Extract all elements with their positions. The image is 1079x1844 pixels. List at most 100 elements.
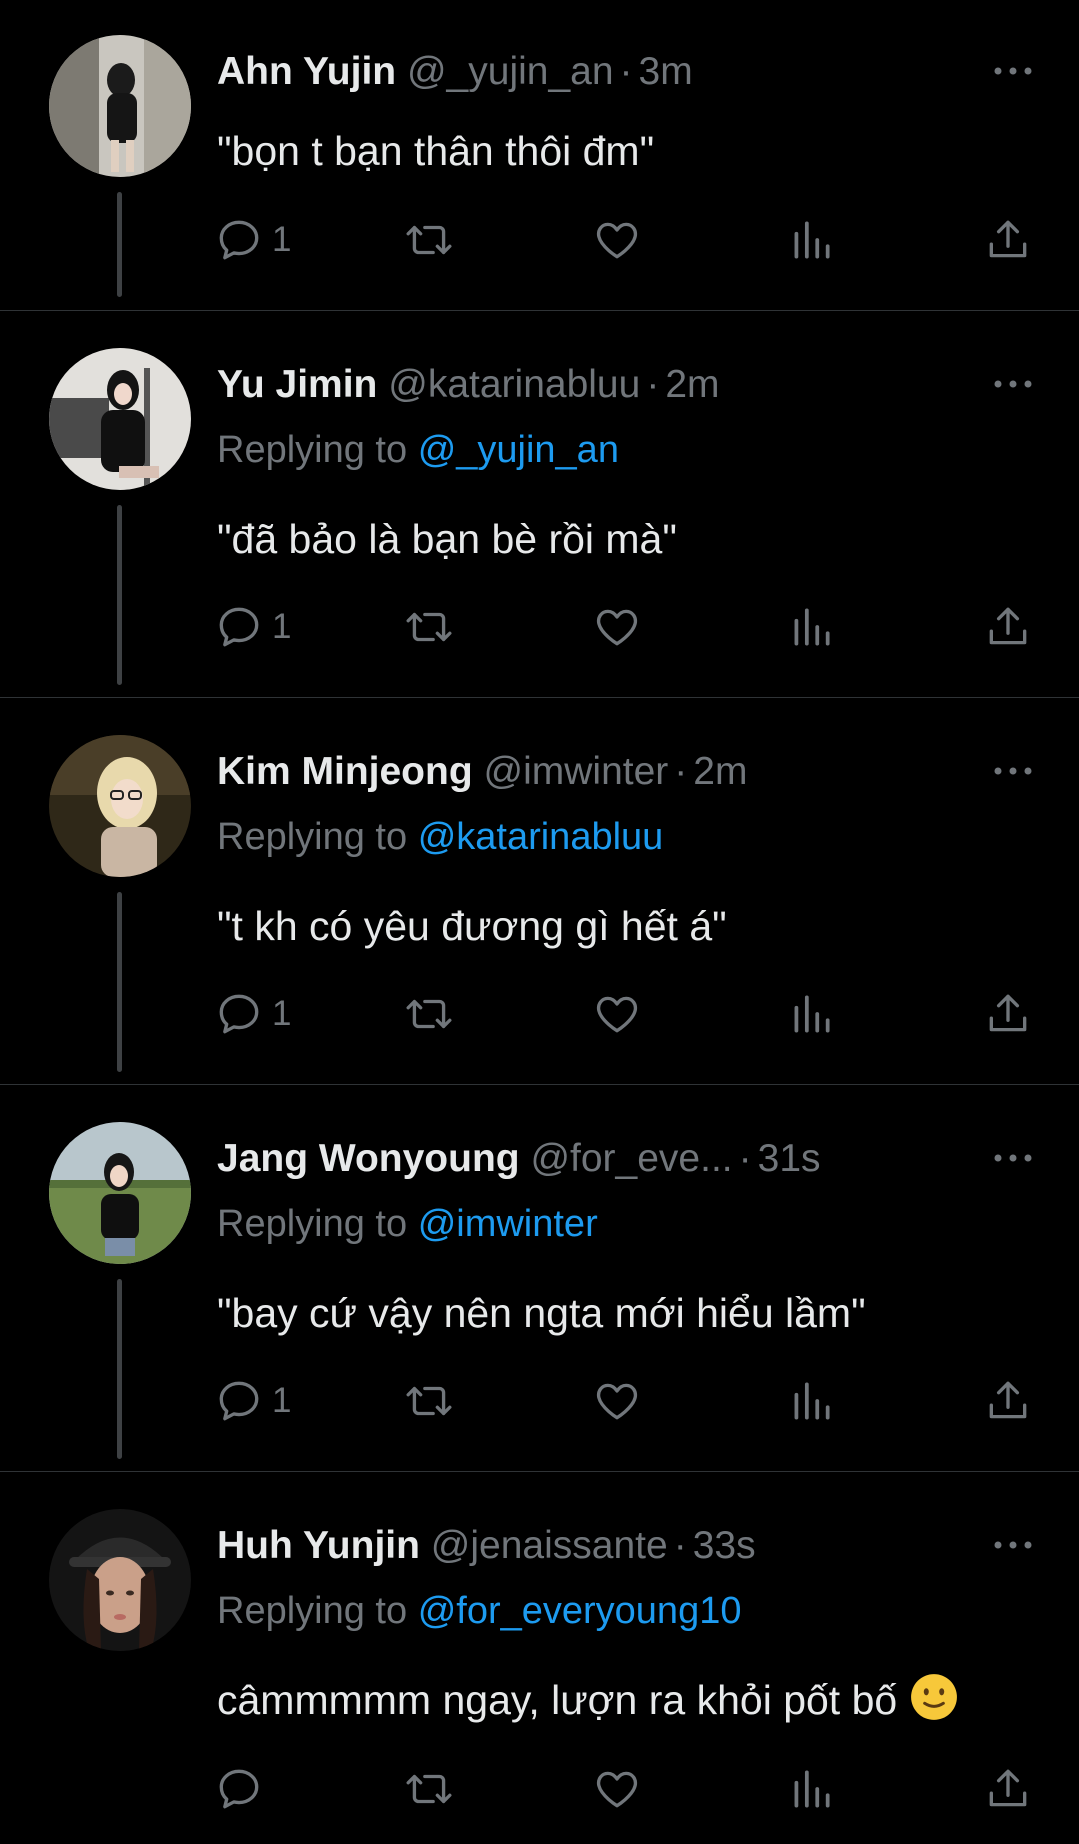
more-icon[interactable] xyxy=(992,756,1034,786)
thread-connector xyxy=(117,892,122,1072)
more-icon[interactable] xyxy=(992,1143,1034,1173)
retweet-icon xyxy=(406,1774,452,1804)
tweet[interactable]: Yu Jimin @katarinabluu · 2m Replying to @_… xyxy=(0,312,1079,697)
author-handle[interactable]: @jenaissante xyxy=(431,1524,668,1567)
slight-smile-emoji-icon xyxy=(910,1674,957,1720)
reply-button[interactable]: 1 xyxy=(214,210,291,270)
reply-icon xyxy=(219,1381,259,1421)
timestamp[interactable]: 2m xyxy=(693,750,747,793)
share-button[interactable] xyxy=(983,1371,1033,1431)
reply-icon xyxy=(219,220,259,260)
replying-label: Replying to xyxy=(217,429,408,471)
tweet-text: "bọn t bạn thân thôi đm" xyxy=(217,128,655,174)
reply-count: 1 xyxy=(272,1381,292,1420)
tweet-divider xyxy=(0,1471,1079,1472)
retweet-icon xyxy=(406,999,452,1029)
heart-icon xyxy=(596,1771,638,1808)
separator-dot: · xyxy=(673,1524,687,1567)
views-button[interactable] xyxy=(786,597,836,657)
author-name[interactable]: Yu Jimin xyxy=(217,363,377,406)
avatar[interactable] xyxy=(49,348,191,490)
retweet-icon xyxy=(406,1386,452,1416)
retweet-button[interactable] xyxy=(404,597,454,657)
like-button[interactable] xyxy=(592,597,642,657)
reply-icon xyxy=(219,607,259,647)
separator-dot: · xyxy=(646,363,660,406)
reply-button[interactable]: 1 xyxy=(214,984,291,1044)
thread-connector xyxy=(117,1279,122,1459)
views-icon xyxy=(794,221,830,259)
replying-to: Replying to @_yujin_an xyxy=(217,424,619,476)
reply-button[interactable] xyxy=(214,1759,272,1819)
author-name[interactable]: Huh Yunjin xyxy=(217,1524,420,1567)
avatar[interactable] xyxy=(49,1122,191,1264)
replying-label: Replying to xyxy=(217,1590,408,1632)
tweet[interactable]: Jang Wonyoung @for_eve... · 31s Replying t… xyxy=(0,1086,1079,1471)
reply-count: 1 xyxy=(272,220,292,259)
tweet-header: Huh Yunjin @jenaissante · 33s xyxy=(217,1520,959,1572)
share-button[interactable] xyxy=(983,984,1033,1044)
action-bar: 1 xyxy=(0,1371,1079,1431)
tweet-text-row: câmmmmm ngay, lượn ra khỏi pốt bố xyxy=(217,1672,959,1728)
author-handle[interactable]: @katarinabluu xyxy=(388,363,640,406)
views-button[interactable] xyxy=(786,1759,836,1819)
tweet[interactable]: Ahn Yujin @_yujin_an · 3m "bọn t bạn thân … xyxy=(0,0,1079,310)
tweet-header: Jang Wonyoung @for_eve... · 31s xyxy=(217,1133,959,1185)
replying-to-link[interactable]: @katarinabluu xyxy=(418,816,664,858)
retweet-button[interactable] xyxy=(404,984,454,1044)
share-icon xyxy=(989,220,1027,258)
author-handle[interactable]: @for_eve... xyxy=(530,1137,732,1180)
tweet-divider xyxy=(0,310,1079,311)
replying-to-link[interactable]: @_yujin_an xyxy=(418,429,619,471)
replying-to: Replying to @katarinabluu xyxy=(217,811,663,863)
avatar[interactable] xyxy=(49,1509,191,1651)
like-button[interactable] xyxy=(592,1759,642,1819)
views-button[interactable] xyxy=(786,984,836,1044)
avatar[interactable] xyxy=(49,35,191,177)
action-bar: 1 xyxy=(0,984,1079,1044)
tweet-text: "bay cứ vậy nên ngta mới hiểu lầm" xyxy=(217,1290,866,1336)
timestamp[interactable]: 2m xyxy=(665,363,719,406)
share-button[interactable] xyxy=(983,597,1033,657)
more-icon[interactable] xyxy=(992,369,1034,399)
like-button[interactable] xyxy=(592,984,642,1044)
views-icon xyxy=(794,608,830,646)
like-button[interactable] xyxy=(592,210,642,270)
like-button[interactable] xyxy=(592,1371,642,1431)
retweet-button[interactable] xyxy=(404,210,454,270)
timestamp[interactable]: 33s xyxy=(693,1524,756,1567)
retweet-icon xyxy=(406,612,452,642)
replying-to-link[interactable]: @imwinter xyxy=(418,1203,598,1245)
share-button[interactable] xyxy=(983,1759,1033,1819)
more-icon[interactable] xyxy=(992,56,1034,86)
timestamp[interactable]: 31s xyxy=(758,1137,821,1180)
reply-button[interactable]: 1 xyxy=(214,1371,291,1431)
timestamp[interactable]: 3m xyxy=(639,50,693,93)
action-bar xyxy=(0,1759,1079,1819)
replying-to: Replying to @imwinter xyxy=(217,1198,598,1250)
share-button[interactable] xyxy=(983,210,1033,270)
reply-count: 1 xyxy=(272,607,292,646)
retweet-button[interactable] xyxy=(404,1759,454,1819)
avatar[interactable] xyxy=(49,735,191,877)
tweet[interactable]: Kim Minjeong @imwinter · 2m Replying to @k… xyxy=(0,699,1079,1084)
author-handle[interactable]: @imwinter xyxy=(484,750,669,793)
separator-dot: · xyxy=(619,50,633,93)
thread-connector xyxy=(117,505,122,685)
reply-button[interactable]: 1 xyxy=(214,597,291,657)
retweet-icon xyxy=(406,225,452,255)
author-name[interactable]: Kim Minjeong xyxy=(217,750,473,793)
views-icon xyxy=(794,1382,830,1420)
share-icon xyxy=(989,1769,1027,1807)
retweet-button[interactable] xyxy=(404,1371,454,1431)
tweet[interactable]: Huh Yunjin @jenaissante · 33s Replying to … xyxy=(0,1473,1079,1844)
views-button[interactable] xyxy=(786,210,836,270)
views-button[interactable] xyxy=(786,1371,836,1431)
tweet-text: câmmmmm ngay, lượn ra khỏi pốt bố xyxy=(217,1677,898,1723)
heart-icon xyxy=(596,1383,638,1420)
more-icon[interactable] xyxy=(992,1530,1034,1560)
replying-to-link[interactable]: @for_everyoung10 xyxy=(418,1590,742,1632)
author-name[interactable]: Ahn Yujin xyxy=(217,50,396,93)
author-name[interactable]: Jang Wonyoung xyxy=(217,1137,520,1180)
author-handle[interactable]: @_yujin_an xyxy=(407,50,614,93)
